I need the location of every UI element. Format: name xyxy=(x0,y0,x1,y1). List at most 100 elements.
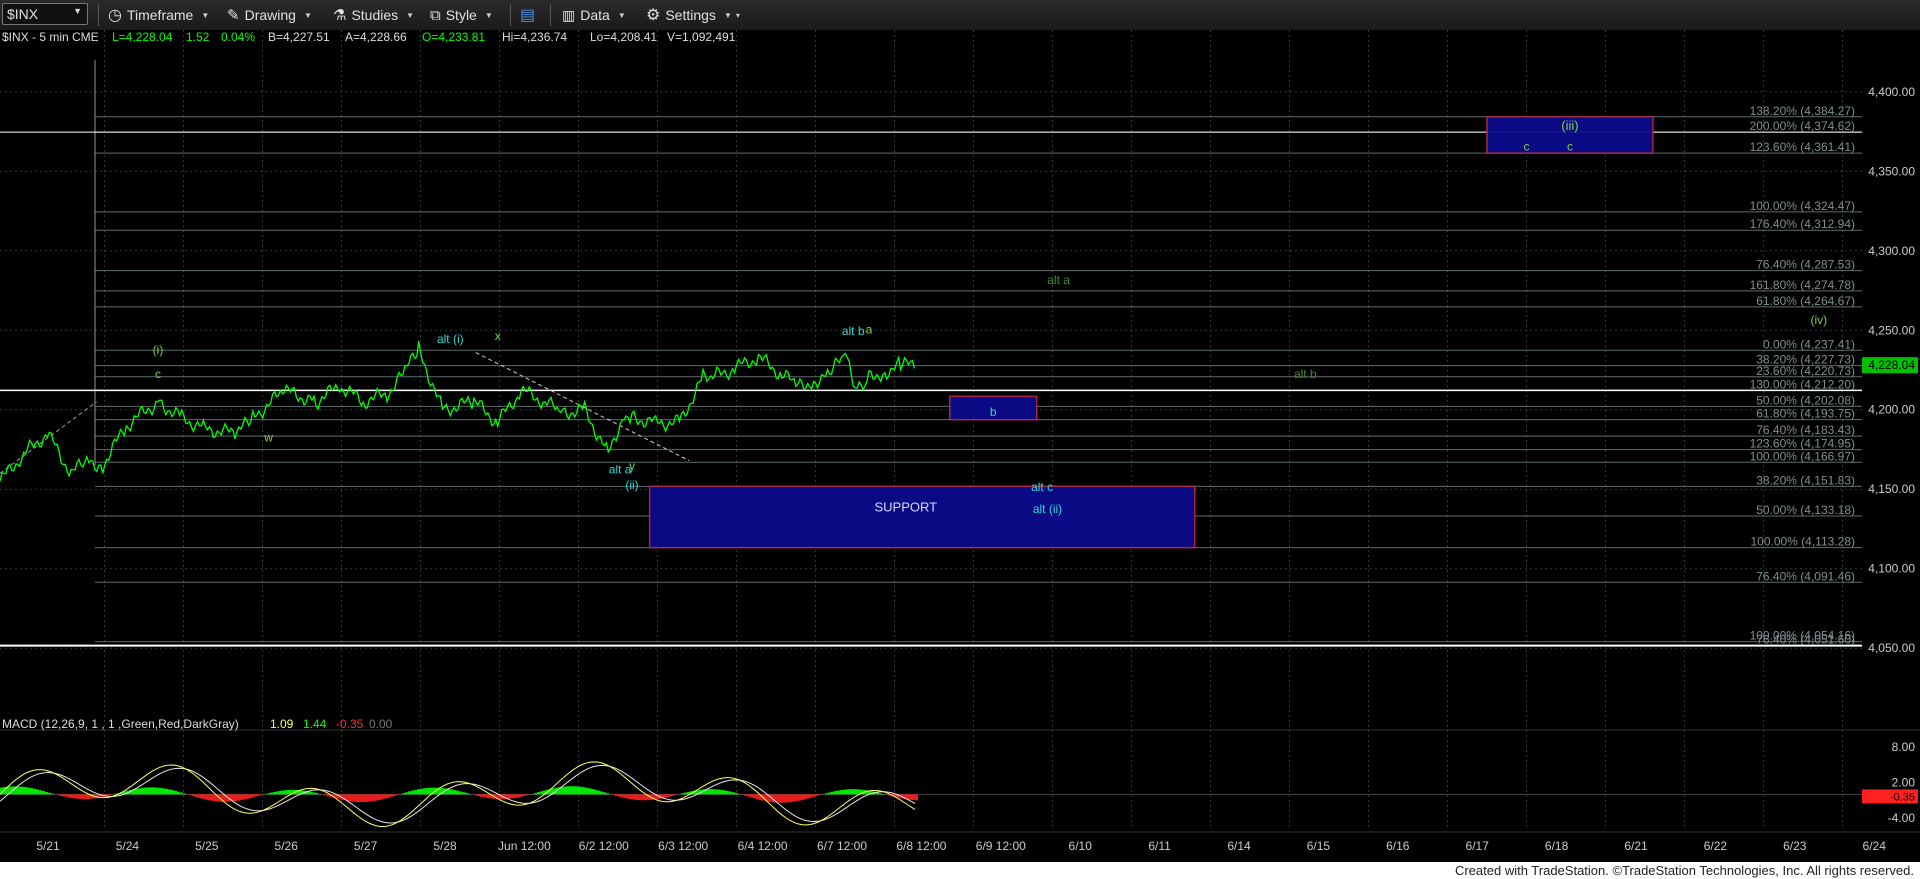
macd-histogram-bar xyxy=(21,786,24,795)
flask-icon: ⚗ xyxy=(333,7,347,24)
time-tick-label: 6/8 12:00 xyxy=(896,839,946,853)
macd-histogram-bar xyxy=(354,794,357,802)
macd-histogram-bar xyxy=(480,794,483,797)
time-tick-label: 5/28 xyxy=(433,839,457,853)
time-tick-label: 5/21 xyxy=(36,839,60,853)
macd-histogram-bar xyxy=(525,794,528,796)
macd-histogram-bar xyxy=(744,794,747,796)
style-menu[interactable]: ⧉ Style ▼ xyxy=(430,3,493,27)
wave-label: x xyxy=(495,329,501,343)
fib-label: 200.00% (4,374.62) xyxy=(1750,119,1855,133)
data-label: Data xyxy=(580,7,610,23)
macd-histogram-bar xyxy=(276,791,279,795)
fib-label: 50.00% (4,202.08) xyxy=(1756,393,1855,407)
macd-histogram-bar xyxy=(726,790,729,795)
time-tick-label: 6/14 xyxy=(1227,839,1251,853)
macd-histogram-bar xyxy=(720,789,723,795)
macd-histogram-bar xyxy=(423,788,426,795)
macd-histogram-bar xyxy=(816,794,819,796)
settings-menu[interactable]: ⚙ Settings ▼ ▾ xyxy=(646,3,740,27)
time-tick-label: 6/3 12:00 xyxy=(658,839,708,853)
macd-histogram-bar xyxy=(627,794,630,799)
wave-label: a xyxy=(866,322,873,336)
macd-histogram-bar xyxy=(48,792,51,795)
macd-histogram-bar xyxy=(279,790,282,795)
macd-histogram-bar xyxy=(540,791,543,795)
macd-histogram-bar xyxy=(66,794,69,798)
macd-histogram-bar xyxy=(357,794,360,803)
fib-label: 100.00% (4,324.47) xyxy=(1750,199,1855,213)
data-menu[interactable]: ▥ Data ▼ xyxy=(562,3,626,27)
price-tick-label: 4,050.00 xyxy=(1868,641,1915,655)
toolbar-separator xyxy=(550,4,551,26)
macd-histogram-bar xyxy=(606,793,609,795)
timeframe-menu[interactable]: ◷ Timeframe ▼ xyxy=(108,3,209,27)
macd-histogram-bar xyxy=(240,794,243,801)
macd-histogram-bar xyxy=(810,794,813,798)
macd-histogram-bar xyxy=(756,794,759,800)
macd-histogram-bar xyxy=(630,794,633,800)
macd-histogram-bar xyxy=(522,794,525,797)
layout-button[interactable]: ▤ xyxy=(520,3,535,27)
macd-histogram-bar xyxy=(81,794,84,799)
macd-histogram-bar xyxy=(915,794,918,801)
macd-histogram-bar xyxy=(579,786,582,795)
macd-histogram-bar xyxy=(468,793,471,795)
macd-histogram-bar xyxy=(483,794,486,798)
fib-label: 76.40% (4,051.60) xyxy=(1756,633,1855,647)
macd-histogram-bar xyxy=(363,794,366,803)
price-chart[interactable]: 138.20% (4,384.27)200.00% (4,374.62) 123.… xyxy=(0,30,1920,862)
time-tick-label: Jun 12:00 xyxy=(498,839,551,853)
wave-label: c xyxy=(1524,140,1530,154)
macd-histogram-bar xyxy=(414,789,417,795)
macd-histogram-bar xyxy=(753,794,756,799)
studies-menu[interactable]: ⚗ Studies ▼ xyxy=(333,3,414,27)
macd-histogram-bar xyxy=(78,794,81,799)
macd-histogram-bar xyxy=(147,787,150,795)
fib-label: 38.20% (4,151.83) xyxy=(1756,473,1855,487)
macd-histogram-bar xyxy=(621,794,624,798)
macd-histogram-bar xyxy=(360,794,363,803)
macd-histogram-bar xyxy=(156,787,159,795)
chart-toolbar: $INX ▼ ◷ Timeframe ▼ ✎ Drawing ▼ ⚗ Studi… xyxy=(0,0,1920,31)
macd-histogram-bar xyxy=(516,794,519,798)
macd-histogram-bar xyxy=(735,793,738,795)
time-tick-label: 5/27 xyxy=(354,839,378,853)
drawing-menu[interactable]: ✎ Drawing ▼ xyxy=(227,3,312,27)
status-ask: A=4,228.66 xyxy=(345,30,407,44)
copyright-footer: Created with TradeStation. ©TradeStation… xyxy=(0,862,1920,879)
time-tick-label: 5/25 xyxy=(195,839,219,853)
time-tick-label: 6/2 12:00 xyxy=(579,839,629,853)
zone-label: alt (ii) xyxy=(1033,502,1062,516)
fib-label: 138.20% (4,384.27) xyxy=(1750,104,1855,118)
price-tick-label: 4,350.00 xyxy=(1868,164,1915,178)
macd-histogram-bar xyxy=(462,792,465,795)
macd-zero-value: 0.00 xyxy=(369,717,393,731)
wave-label: (i) xyxy=(153,343,164,357)
macd-histogram-bar xyxy=(174,790,177,795)
macd-histogram-bar xyxy=(582,787,585,795)
macd-histogram-bar xyxy=(351,794,354,802)
style-icon: ⧉ xyxy=(430,6,441,24)
macd-histogram-bar xyxy=(411,790,414,795)
time-tick-label: 6/9 12:00 xyxy=(976,839,1026,853)
macd-histogram-bar xyxy=(144,787,147,795)
chevron-down-icon: ▼ xyxy=(723,10,732,20)
macd-histogram-bar xyxy=(249,794,252,799)
time-tick-label: 6/4 12:00 xyxy=(738,839,788,853)
wave-label: (ii) xyxy=(625,478,638,492)
macd-histogram-bar xyxy=(180,792,183,795)
price-tick-label: 4,200.00 xyxy=(1868,403,1915,417)
macd-histogram-bar xyxy=(378,794,381,801)
macd-histogram-bar xyxy=(318,793,321,795)
macd-histogram-bar xyxy=(561,786,564,795)
symbol-selector[interactable]: $INX ▼ xyxy=(2,3,88,25)
status-prefix: $INX - 5 min CME xyxy=(2,30,99,44)
macd-histogram-bar xyxy=(348,794,351,802)
symbol-dropdown-icon: ▼ xyxy=(73,6,82,16)
time-tick-label: 6/11 xyxy=(1148,839,1171,853)
macd-histogram-bar xyxy=(681,793,684,795)
fib-label: 23.60% (4,220.73) xyxy=(1756,364,1855,378)
macd-histogram-bar xyxy=(717,789,720,795)
macd-histogram-bar xyxy=(642,794,645,801)
